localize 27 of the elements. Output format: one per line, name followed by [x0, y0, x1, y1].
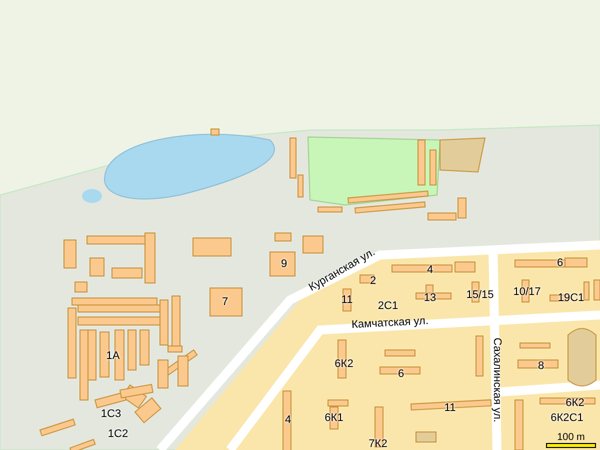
building-number: 1А — [106, 350, 120, 362]
building-number: 10/17 — [513, 286, 541, 298]
building-number: 6 — [556, 257, 564, 269]
building-number: 4 — [284, 414, 292, 426]
building-number: 1С3 — [100, 408, 122, 420]
building-number: 7 — [222, 296, 228, 308]
building-number: 8 — [538, 360, 544, 372]
building-number: 6К1 — [324, 412, 344, 424]
scale-bar-icon — [546, 443, 596, 448]
building-number: 6К2 — [566, 397, 584, 409]
building-number: 4 — [426, 264, 434, 276]
building-number: 2С1 — [378, 300, 398, 312]
building-number: 1С2 — [108, 428, 128, 440]
street-label: Камчатская ул. — [351, 315, 429, 331]
building-number: 15/15 — [466, 289, 494, 301]
building-number: 13 — [424, 292, 436, 304]
building-number: 11 — [341, 294, 353, 306]
street-label: Сахалинская ул. — [491, 338, 503, 422]
scale-label: 100 m — [557, 433, 585, 443]
building-number: 2 — [370, 275, 376, 287]
building-number: 6К2 — [334, 358, 354, 370]
building-number: 7К2 — [368, 438, 388, 450]
building-number: 6 — [398, 368, 404, 380]
building-number: 19С1 — [558, 292, 584, 304]
building-number: 9 — [280, 258, 288, 270]
building-number: 11 — [444, 402, 456, 414]
building-number: 6К2С1 — [550, 412, 584, 424]
